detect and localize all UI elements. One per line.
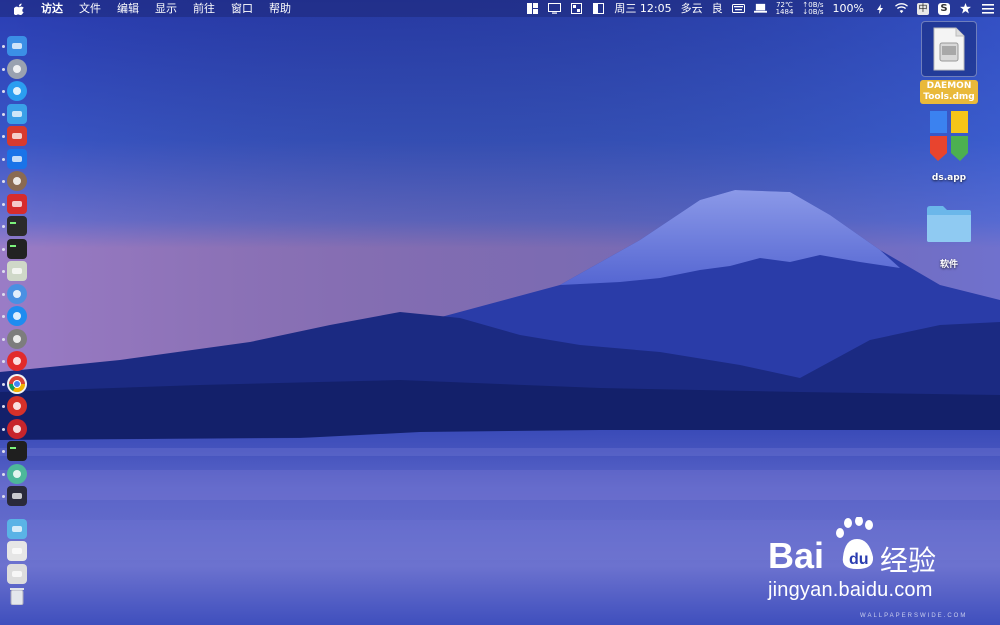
- dock-terminal-icon[interactable]: [7, 238, 27, 259]
- dock-app-store-icon[interactable]: [7, 306, 27, 326]
- mission-control-icon[interactable]: [570, 2, 583, 15]
- apple-logo-icon[interactable]: [0, 3, 33, 15]
- keyboard-icon[interactable]: [731, 2, 745, 15]
- dmg-file-icon: [921, 21, 977, 77]
- battery-percent[interactable]: 100%: [833, 0, 864, 17]
- dock-iterm-icon[interactable]: [7, 441, 27, 461]
- dock-pixel-app-icon[interactable]: [7, 463, 27, 484]
- dock-istat-menus-icon[interactable]: [7, 193, 27, 214]
- ds-app-icon: [922, 108, 976, 162]
- menu-finder[interactable]: 访达: [33, 0, 71, 17]
- input-method-indicator[interactable]: 中: [917, 2, 929, 15]
- dock-contacts-icon[interactable]: [7, 103, 27, 124]
- fan-speed-text: 1484: [775, 7, 794, 16]
- dock-running-indicator: [2, 135, 5, 138]
- dock-chrome-icon[interactable]: [7, 373, 27, 394]
- wallpaper-credit: WALLPAPERSWIDE.COM: [860, 613, 968, 619]
- bolt-icon: [873, 2, 886, 15]
- dock-running-indicator: [2, 270, 5, 273]
- download-speed-text: ↓0B/s: [802, 7, 824, 16]
- laptop-icon[interactable]: [753, 2, 767, 15]
- dock-running-indicator: [2, 202, 5, 206]
- label-line-2: Tools.dmg: [923, 92, 975, 102]
- dock-phone-doc-icon[interactable]: [7, 563, 27, 584]
- dock-siri-icon[interactable]: [7, 283, 27, 304]
- menu-list-icon[interactable]: [981, 2, 994, 15]
- desktop-icon-daemon-tools[interactable]: DAEMON Tools.dmg: [909, 21, 989, 104]
- watermark-cn: 经验: [880, 544, 937, 577]
- dock-running-indicator: [2, 450, 5, 453]
- dock-activity-monitor-icon[interactable]: [7, 216, 27, 236]
- wifi-icon[interactable]: [895, 2, 908, 15]
- dock-safari-icon[interactable]: [7, 81, 27, 101]
- s-app-icon[interactable]: S: [938, 2, 950, 15]
- dock-running-indicator: [2, 292, 5, 296]
- dock-running-indicator: [2, 427, 5, 431]
- desktop-icon-ds-app[interactable]: ds.app: [909, 108, 989, 185]
- menu-file[interactable]: 文件: [71, 0, 109, 17]
- dock-trash-icon[interactable]: [7, 586, 27, 606]
- dock: [2, 32, 30, 612]
- air-quality-text[interactable]: 良: [712, 0, 723, 17]
- svg-text:du: du: [849, 551, 869, 568]
- dock-running-indicator: [2, 225, 5, 228]
- dock-running-indicator: [2, 45, 5, 48]
- folder-icon: [922, 198, 976, 248]
- dock-running-indicator: [2, 157, 5, 161]
- cpu-sensor-readout[interactable]: 72℃ 1484: [775, 1, 794, 16]
- dock-running-indicator: [2, 315, 5, 318]
- menu-window[interactable]: 窗口: [223, 0, 261, 17]
- dock-running-indicator: [2, 67, 5, 71]
- menu-edit[interactable]: 编辑: [109, 0, 147, 17]
- dock-yandex-icon[interactable]: [7, 351, 27, 371]
- dock-running-indicator: [2, 405, 5, 408]
- menu-help[interactable]: 帮助: [261, 0, 299, 17]
- menu-go[interactable]: 前往: [185, 0, 223, 17]
- dock-running-indicator: [2, 382, 5, 386]
- dock-running-indicator: [2, 337, 5, 341]
- label-line-1: DAEMON: [926, 81, 972, 91]
- dock-red-app-icon[interactable]: [7, 126, 27, 146]
- desktop-icon-software-folder[interactable]: 软件: [909, 198, 989, 272]
- dock-running-indicator: [2, 495, 5, 498]
- dock-running-indicator: [2, 112, 5, 116]
- clock-datetime[interactable]: 周三 12:05: [614, 0, 671, 17]
- dock-launchpad-icon[interactable]: [7, 58, 27, 79]
- weather-text[interactable]: 多云: [681, 0, 703, 17]
- desktop-icon-label: 软件: [939, 260, 958, 270]
- desktop-icon-label: DAEMON Tools.dmg: [920, 80, 978, 104]
- star-icon[interactable]: [959, 2, 972, 15]
- watermark-url: jingyan.baidu.com: [768, 579, 933, 601]
- baidu-jingyan-watermark: du Bai 经验 jingyan.baidu.com: [765, 516, 955, 607]
- dock-basketball-icon[interactable]: [7, 171, 27, 191]
- dock-running-indicator: [2, 360, 5, 363]
- dock-netease-music-icon[interactable]: [7, 396, 27, 416]
- dock-running-indicator: [2, 180, 5, 183]
- dock-vivaldi-icon[interactable]: [7, 418, 27, 439]
- dock-running-indicator: [2, 472, 5, 476]
- dock-downloads-folder-icon[interactable]: [7, 518, 27, 539]
- display-icon[interactable]: [548, 2, 562, 15]
- split-view-icon[interactable]: [592, 2, 605, 15]
- dock-running-indicator: [2, 247, 5, 251]
- dock-finder-icon[interactable]: [7, 36, 27, 56]
- watermark-brand: Bai: [768, 535, 825, 576]
- dock-eye-app-icon[interactable]: [7, 486, 27, 506]
- desktop-icon-label: ds.app: [931, 173, 967, 183]
- dock-system-preferences-icon[interactable]: [7, 328, 27, 349]
- dock-preview-icon[interactable]: [7, 261, 27, 281]
- network-speed-readout[interactable]: ↑0B/s ↓0B/s: [802, 1, 824, 16]
- dock-teamviewer-icon[interactable]: [7, 148, 27, 169]
- menu-view[interactable]: 显示: [147, 0, 185, 17]
- dock-running-indicator: [2, 90, 5, 93]
- menu-bar: 访达 文件 编辑 显示 前往 窗口 帮助 周三 12:05 多云 良 72℃ 1…: [0, 0, 1000, 17]
- window-grid-icon[interactable]: [526, 2, 539, 15]
- dock-screenshot-doc-icon[interactable]: [7, 541, 27, 561]
